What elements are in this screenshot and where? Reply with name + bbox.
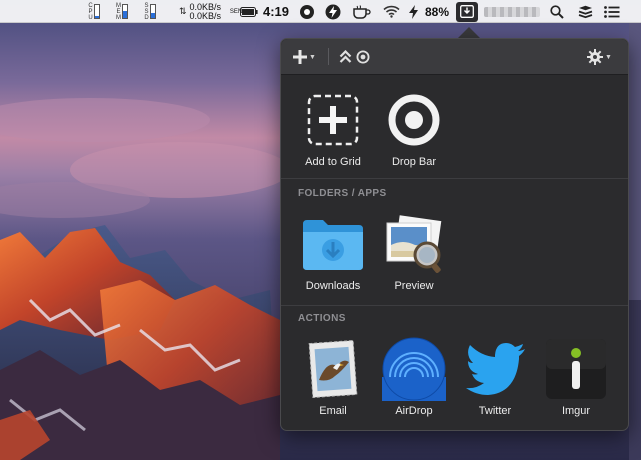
- menu-bar: CPU MEM SSD ⇅ 0.0KB/s 0.0KB/s SEN 4:19 8…: [0, 0, 641, 23]
- charging-bolt-icon[interactable]: [406, 0, 420, 23]
- cpu-meter-label: CPU: [88, 2, 93, 21]
- circle-target-icon: [356, 50, 370, 64]
- cpu-meter[interactable]: CPU: [84, 0, 104, 23]
- record-circle-icon[interactable]: [296, 0, 318, 23]
- popover-toolbar: ▼ ▼: [281, 39, 628, 75]
- coffee-cup-icon[interactable]: [350, 0, 374, 23]
- drop-bar-icon: [381, 87, 447, 153]
- ssd-meter[interactable]: SSD: [140, 0, 160, 23]
- email-stamp-icon: [300, 336, 366, 402]
- drop-bar-button[interactable]: Drop Bar: [374, 87, 454, 168]
- plus-icon: [293, 50, 307, 64]
- dropzone-download-icon[interactable]: [455, 0, 479, 23]
- add-to-grid-icon: [300, 87, 366, 153]
- ssd-meter-label: SSD: [144, 2, 149, 21]
- folders-section-title: FOLDERS / APPS: [298, 188, 387, 199]
- airdrop-icon: [381, 336, 447, 402]
- network-arrows-icon: ⇅: [178, 6, 187, 16]
- menubar-clock[interactable]: 4:19: [260, 0, 292, 23]
- preview-app-icon: [381, 211, 447, 277]
- twitter-bird-icon: [462, 336, 528, 402]
- chevron-down-icon: ▼: [309, 53, 316, 61]
- imgur-label: Imgur: [561, 405, 591, 417]
- stack-icon[interactable]: [574, 0, 596, 23]
- imgur-action[interactable]: Imgur: [536, 336, 616, 417]
- airdrop-action[interactable]: AirDrop: [374, 336, 454, 417]
- downloads-folder-icon: [300, 211, 366, 277]
- section-divider: [281, 178, 628, 179]
- spotlight-search-icon[interactable]: [546, 0, 568, 23]
- airdrop-label: AirDrop: [395, 405, 433, 417]
- email-action[interactable]: Email: [293, 336, 373, 417]
- ssd-meter-bar: [150, 4, 156, 19]
- battery-icon[interactable]: [238, 0, 260, 23]
- chevron-up-double-icon: [339, 50, 352, 63]
- chevron-down-icon: ▼: [605, 53, 612, 61]
- downloads-label: Downloads: [305, 280, 361, 292]
- lightning-icon[interactable]: [322, 0, 344, 23]
- preview-label: Preview: [394, 280, 434, 292]
- memory-meter-bar: [122, 4, 128, 19]
- popover-arrow: [458, 27, 480, 38]
- section-divider: [281, 305, 628, 306]
- add-to-grid-label: Add to Grid: [305, 156, 361, 168]
- preview-app-item[interactable]: Preview: [374, 211, 454, 292]
- downloads-folder-item[interactable]: Downloads: [293, 211, 373, 292]
- twitter-label: Twitter: [478, 405, 512, 417]
- add-to-grid-button[interactable]: Add to Grid: [293, 87, 373, 168]
- dropzone-popover: ▼ ▼ Add to Grid Drop Bar FOLDERS / APPS …: [280, 38, 629, 431]
- memory-meter-label: MEM: [116, 2, 121, 21]
- gear-icon: [587, 49, 603, 65]
- notification-list-icon[interactable]: [600, 0, 624, 23]
- wifi-icon[interactable]: [380, 0, 402, 23]
- settings-button[interactable]: ▼: [587, 47, 612, 67]
- user-name-blurred[interactable]: [482, 0, 542, 23]
- email-label: Email: [319, 405, 347, 417]
- battery-percentage[interactable]: 88%: [421, 0, 453, 23]
- memory-meter[interactable]: MEM: [112, 0, 132, 23]
- network-meter[interactable]: ⇅ 0.0KB/s 0.0KB/s: [168, 0, 232, 23]
- cpu-meter-bar: [94, 4, 100, 19]
- net-download: 0.0KB/s: [189, 10, 222, 21]
- actions-section-title: ACTIONS: [298, 313, 346, 324]
- twitter-action[interactable]: Twitter: [455, 336, 535, 417]
- drop-bar-label: Drop Bar: [391, 156, 437, 168]
- add-menu-button[interactable]: ▼: [293, 47, 316, 67]
- toolbar-separator: [328, 48, 329, 65]
- dropbar-toggle-button[interactable]: [339, 47, 370, 67]
- imgur-icon: [543, 336, 609, 402]
